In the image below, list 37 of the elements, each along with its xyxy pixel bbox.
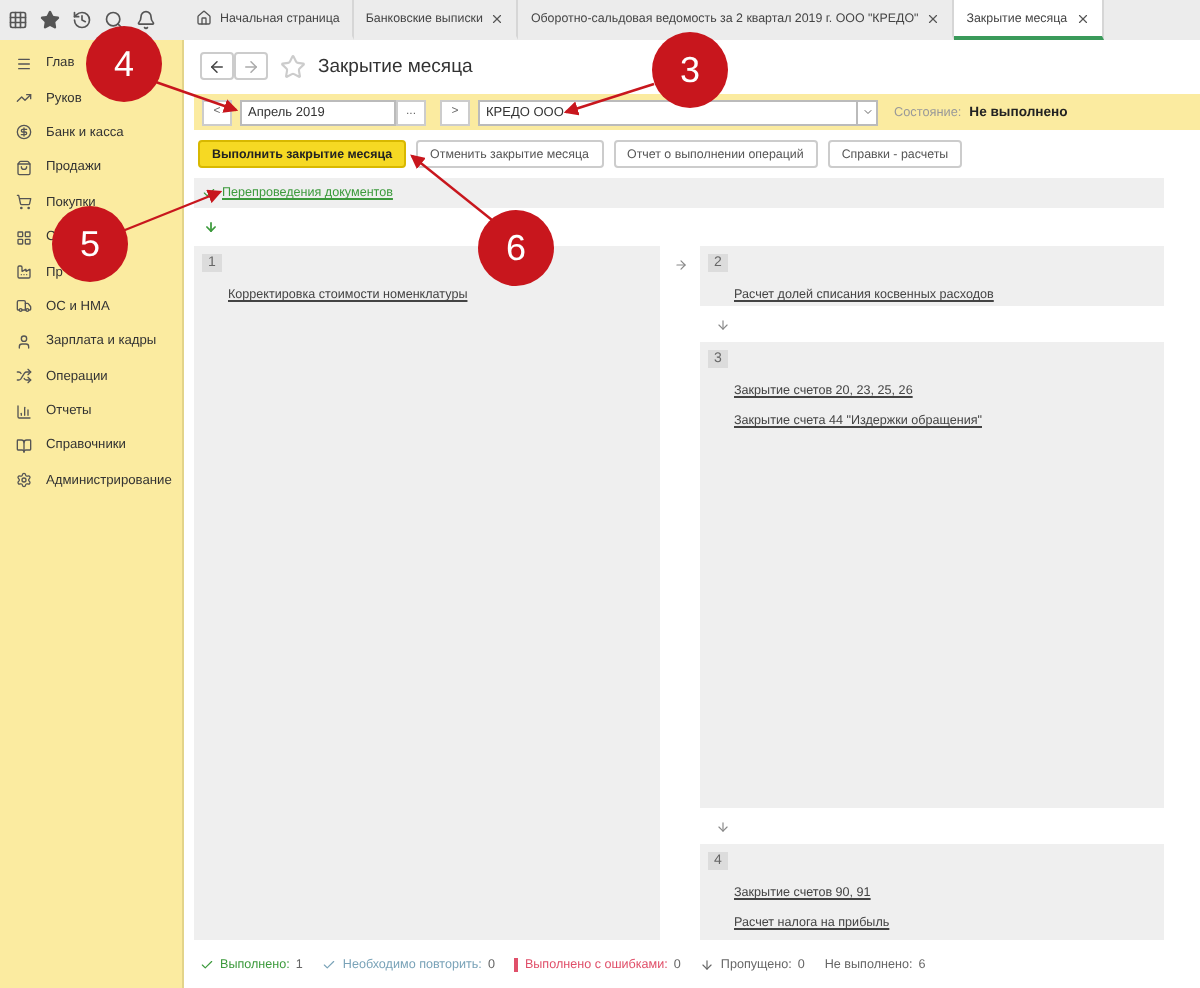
pointer-arrow [563,82,655,116]
exclamation-icon [514,957,519,971]
bell-icon[interactable] [136,10,156,30]
arrow-left-icon [208,57,226,75]
arrow-down-icon [716,819,730,833]
apps-grid-icon[interactable] [8,10,28,30]
favorite-star-icon[interactable] [280,53,306,79]
factory-icon [16,264,32,281]
grid-icon [16,229,32,246]
chevron-down-icon [861,106,873,118]
menu-icon [16,55,32,72]
arrow-right-icon [673,258,687,272]
bag-icon [16,159,32,176]
cart-icon [16,194,32,211]
arrow-down-icon [716,317,730,331]
coin-icon [16,124,32,141]
check-icon [322,957,337,971]
book-icon [16,437,32,454]
search-icon[interactable] [104,10,124,30]
arrow-down-icon [700,957,715,971]
bar-chart-icon [16,403,32,420]
trend-line-icon [16,90,32,107]
check-icon [200,957,214,971]
shuffle-icon [16,368,32,385]
truck-icon [16,298,32,315]
close-icon[interactable] [926,11,941,25]
arrow-right-icon [242,57,260,75]
person-icon [16,333,32,350]
close-icon[interactable] [1075,11,1090,25]
form-title: Закрытие месяца [318,55,473,77]
arrow-down-icon [204,219,218,233]
close-icon[interactable] [490,11,505,25]
home-icon [196,10,212,26]
history-icon[interactable] [72,10,92,30]
settings-icon [16,472,32,489]
star-icon[interactable] [40,10,60,30]
back-button[interactable] [200,52,234,80]
